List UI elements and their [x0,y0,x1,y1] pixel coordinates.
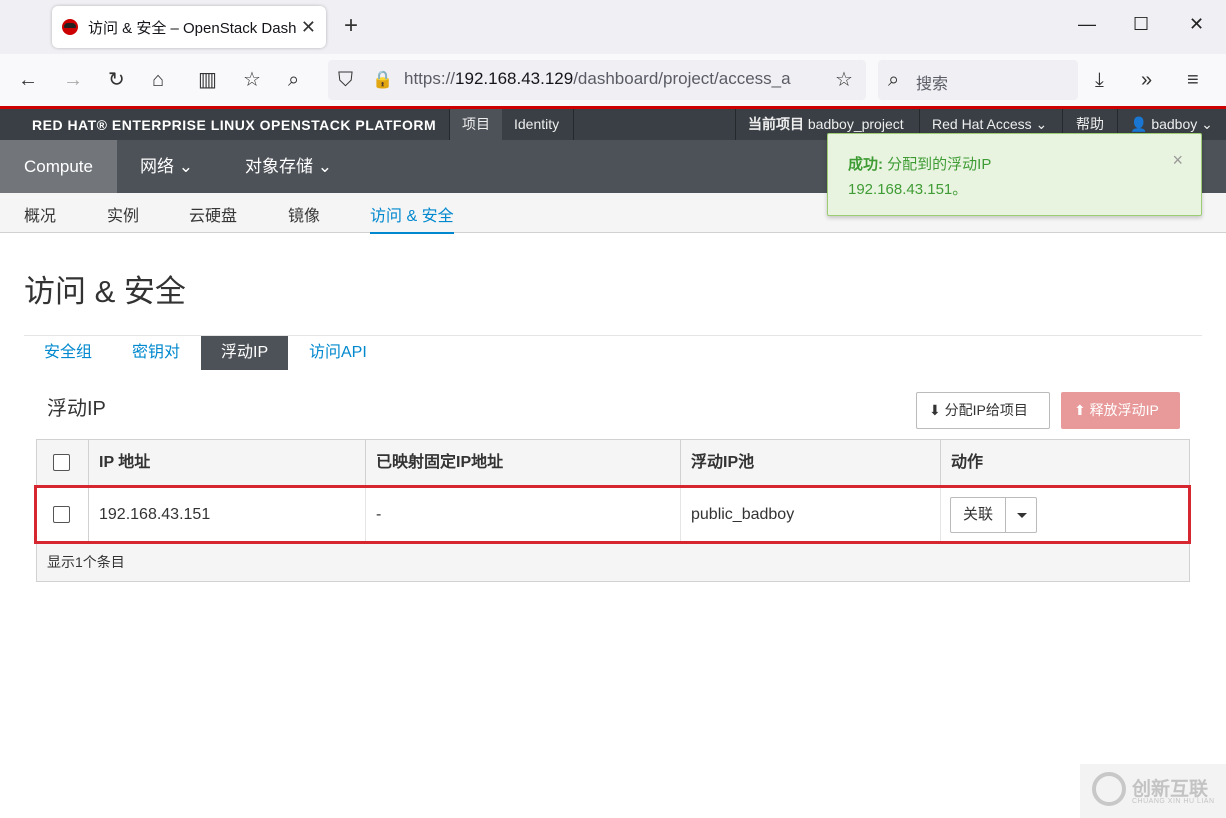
table-footer: 显示1个条目 [37,544,1189,581]
tab-title: 访问 & 安全 – OpenStack Dash [88,19,297,37]
subnav-volumes[interactable]: 云硬盘 [189,202,237,226]
forward-icon[interactable]: → [63,68,83,92]
downloads-icon[interactable]: ⤓ [1095,68,1104,92]
column-header-ip[interactable]: IP 地址 [88,440,365,486]
browser-nav-bar: ← → ↻ ⌂ ▥ ☆ ⌕ ⛉ 🔒 https://192.168.43.129… [0,54,1226,106]
select-all-checkbox[interactable] [53,454,70,471]
search-box[interactable]: ⌕ 搜索 [878,60,1078,100]
alert-close-icon[interactable]: × [1172,148,1183,173]
tab-close-icon[interactable]: ✕ [301,17,316,38]
search-placeholder: 搜索 [916,76,949,93]
chevron-down-icon: ⌄ [178,157,193,176]
alert-line: 成功: 分配到的浮动IP [848,152,1181,177]
home-icon[interactable]: ⌂ [152,68,164,92]
address-bar[interactable]: ⛉ 🔒 https://192.168.43.129/dashboard/pro… [328,60,866,100]
subnav-images[interactable]: 镜像 [288,202,320,226]
highlight-annotation [34,485,1191,544]
subnav-instances[interactable]: 实例 [107,202,139,226]
search-icon[interactable]: ⌕ [288,68,299,92]
nav-compute[interactable]: Compute [0,140,117,193]
nav-object-storage[interactable]: 对象存储 ⌄ [221,140,356,193]
nav-network[interactable]: 网络 ⌄ [116,140,217,193]
redhat-favicon-icon [62,19,78,35]
download-icon: ⬇ [929,402,941,418]
bookmark-manager-icon[interactable]: ☆ [243,68,261,92]
shield-icon[interactable]: ⛉ [338,68,353,92]
watermark-subtext: CHUANG XIN HU LIAN [1132,798,1215,805]
brand-logo: RED HAT® ENTERPRISE LINUX OPENSTACK PLAT… [32,117,437,133]
maximize-icon[interactable]: ☐ [1133,14,1149,35]
search-box-icon: ⌕ [888,69,900,91]
url-text: https://192.168.43.129/dashboard/project… [404,69,791,88]
alert-title: 成功: [848,156,883,173]
tab-project[interactable]: 项目 [450,109,502,140]
release-floating-ip-button[interactable]: ⬆ 释放浮动IP [1061,392,1180,429]
arrow-up-icon: ⬆ [1074,402,1086,418]
column-header-pool[interactable]: 浮动IP池 [680,440,940,486]
chevron-down-icon: ⌄ [1035,116,1048,132]
minimize-icon[interactable]: — [1078,14,1096,35]
overflow-icon[interactable]: » [1141,68,1152,92]
success-alert: 成功: 分配到的浮动IP 192.168.43.151。 × [827,133,1202,216]
reload-icon[interactable]: ↻ [108,68,125,92]
divider [573,109,574,140]
menu-icon[interactable]: ≡ [1187,68,1199,92]
watermark-logo: 创新互联 CHUANG XIN HU LIAN [1080,764,1226,818]
column-header-actions: 动作 [940,440,1189,486]
subnav-access-security[interactable]: 访问 & 安全 [370,202,454,234]
page-title: 访问 & 安全 [24,274,186,309]
watermark-text: 创新互联 [1132,779,1209,800]
alert-message-ip: 192.168.43.151。 [848,181,968,198]
back-icon[interactable]: ← [18,68,38,92]
tab-access-api[interactable]: 访问API [289,336,387,370]
allocate-ip-button[interactable]: ⬇ 分配IP给项目 [916,392,1050,429]
new-tab-icon[interactable]: + [344,12,358,40]
chevron-down-icon: ⌄ [1201,116,1213,132]
subnav-overview[interactable]: 概况 [24,202,56,226]
tab-security-groups[interactable]: 安全组 [24,336,112,370]
lock-icon[interactable]: 🔒 [372,68,393,92]
user-icon: 👤 [1130,116,1148,132]
tab-key-pairs[interactable]: 密钥对 [112,336,200,370]
alert-message: 分配到的浮动IP [887,156,992,173]
column-header-fixed-ip[interactable]: 已映射固定IP地址 [365,440,680,486]
section-title: 浮动IP [47,398,106,420]
tab-identity[interactable]: Identity [502,109,571,140]
bookmark-star-icon[interactable]: ☆ [835,68,853,92]
browser-tab-bar: 访问 & 安全 – OpenStack Dash ✕ + — ☐ ✕ [0,0,1226,54]
chevron-down-icon: ⌄ [317,157,332,176]
window-close-icon[interactable]: ✕ [1189,14,1204,35]
watermark-icon [1092,772,1126,806]
tab-floating-ips[interactable]: 浮动IP [201,336,289,370]
browser-tab[interactable]: 访问 & 安全 – OpenStack Dash ✕ [52,6,326,48]
reader-view-icon[interactable]: ▥ [198,68,217,92]
table-header: IP 地址 已映射固定IP地址 浮动IP池 动作 [37,440,1189,486]
